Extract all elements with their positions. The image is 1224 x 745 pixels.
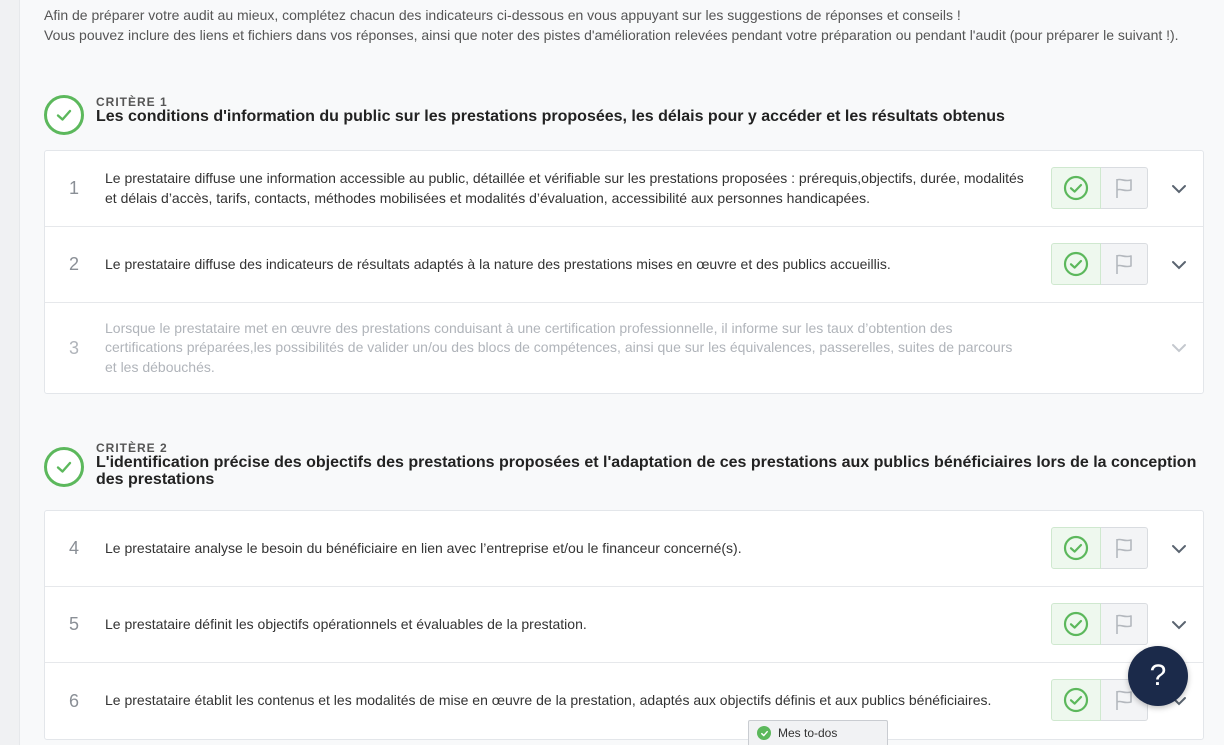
flag-button[interactable] (1101, 526, 1148, 569)
indicator-actions (1051, 166, 1149, 211)
check-circle-icon (44, 95, 84, 135)
indicator-actions (1051, 242, 1149, 287)
criterion-1-header: CRITÈRE 1 Les conditions d'information d… (44, 95, 1214, 139)
indicator-row[interactable]: 2 Le prestataire diffuse des indicateurs… (45, 227, 1203, 303)
flag-button[interactable] (1101, 242, 1148, 285)
check-circle-icon (1063, 535, 1089, 560)
chevron-down-icon[interactable] (1167, 537, 1191, 561)
check-circle-icon (1063, 251, 1089, 276)
left-sidebar-strip (0, 0, 20, 745)
mark-compliant-button[interactable] (1051, 242, 1101, 285)
todos-label: Mes to-dos (778, 726, 838, 740)
main-content: Afin de préparer votre audit au mieux, c… (20, 0, 1224, 745)
chevron-down-icon[interactable] (1167, 613, 1191, 637)
check-circle-icon (1063, 611, 1089, 636)
chevron-down-icon[interactable] (1167, 253, 1191, 277)
criterion-label: CRITÈRE 2 (96, 441, 168, 455)
indicator-text: Le prestataire diffuse des indicateurs d… (105, 255, 891, 272)
indicator-actions (1051, 602, 1149, 647)
indicator-number: 1 (68, 178, 79, 198)
intro-line-2: Vous pouvez inclure des liens et fichier… (44, 26, 1179, 43)
mark-compliant-button[interactable] (1051, 679, 1101, 721)
todos-tab[interactable]: Mes to-dos (748, 720, 888, 745)
check-circle-icon (44, 447, 84, 487)
indicator-row[interactable]: 4 Le prestataire analyse le besoin du bé… (45, 511, 1203, 587)
mark-compliant-button[interactable] (1051, 602, 1101, 645)
indicator-actions (1051, 526, 1149, 571)
indicator-number: 3 (68, 337, 79, 358)
flag-icon (1116, 178, 1132, 198)
criterion-label: CRITÈRE 1 (96, 95, 168, 109)
flag-button[interactable] (1101, 166, 1148, 209)
check-icon (757, 726, 771, 740)
help-button[interactable]: ? (1128, 646, 1188, 706)
chevron-down-icon[interactable] (1167, 177, 1191, 201)
flag-icon (1116, 614, 1132, 634)
criterion-2-header: CRITÈRE 2 L'identification précise des o… (44, 441, 1214, 495)
criterion-1-indicator-list: 1 Le prestataire diffuse une information… (44, 150, 1204, 394)
indicator-text: Le prestataire diffuse une information a… (105, 170, 1024, 206)
indicator-row[interactable]: 6 Le prestataire établit les contenus et… (45, 663, 1203, 739)
flag-icon (1116, 538, 1132, 558)
indicator-text: Le prestataire définit les objectifs opé… (105, 615, 587, 632)
criterion-2-indicator-list: 4 Le prestataire analyse le besoin du bé… (44, 510, 1204, 740)
intro-text: Afin de préparer votre audit au mieux, c… (44, 6, 1194, 45)
indicator-row-disabled[interactable]: 3 Lorsque le prestataire met en œuvre de… (45, 303, 1203, 393)
flag-icon (1116, 254, 1132, 274)
criterion-title: L'identification précise des objectifs d… (96, 454, 1197, 488)
indicator-row[interactable]: 1 Le prestataire diffuse une information… (45, 151, 1203, 227)
indicator-text: Lorsque le prestataire met en œuvre des … (105, 319, 1013, 375)
indicator-number: 4 (68, 538, 79, 558)
indicator-number: 2 (68, 254, 79, 274)
chevron-down-icon[interactable] (1167, 336, 1191, 360)
mark-compliant-button[interactable] (1051, 526, 1101, 569)
indicator-row[interactable]: 5 Le prestataire définit les objectifs o… (45, 587, 1203, 663)
criterion-title: Les conditions d'information du public s… (96, 108, 1005, 125)
check-circle-icon (1063, 175, 1089, 200)
indicator-text: Le prestataire analyse le besoin du béné… (105, 539, 742, 556)
check-circle-icon (1063, 687, 1089, 713)
flag-button[interactable] (1101, 602, 1148, 645)
indicator-number: 5 (68, 614, 79, 634)
intro-line-1: Afin de préparer votre audit au mieux, c… (44, 7, 961, 23)
mark-compliant-button[interactable] (1051, 166, 1101, 209)
indicator-number: 6 (68, 690, 79, 711)
